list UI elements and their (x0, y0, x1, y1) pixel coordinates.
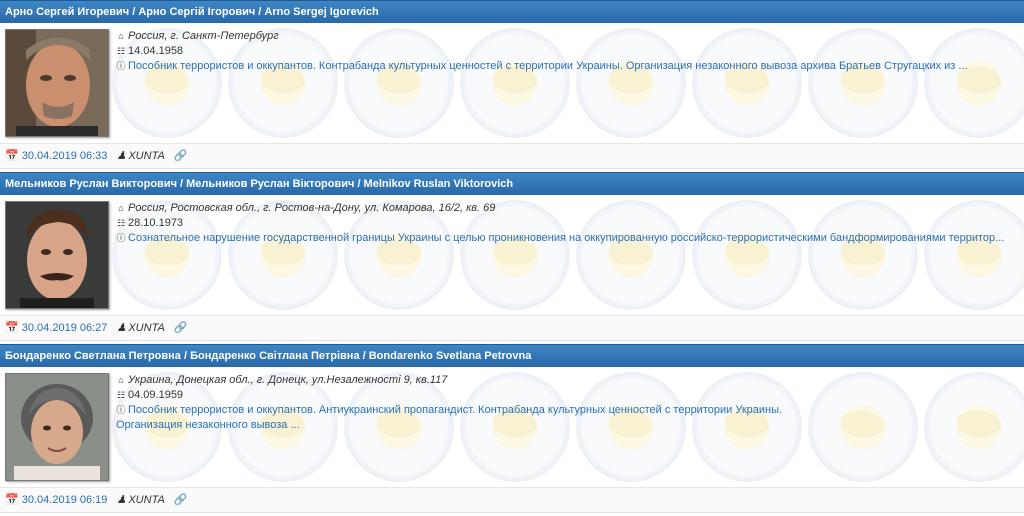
charge-text[interactable]: Сознательное нарушение государственной г… (128, 232, 1004, 244)
birthdate-line: ☷ 04.09.1959 (116, 388, 1018, 403)
birthday-cake-icon: ☷ (116, 46, 126, 56)
location-text: Украина, Донецкая обл., г. Донецк, ул.Не… (128, 374, 448, 386)
home-icon: ⌂ (118, 375, 124, 385)
record-body: ⌂ Украина, Донецкая обл., г. Донецк, ул.Н… (0, 367, 1024, 487)
location-line: ⌂ Россия, Ростовская обл., г. Ростов-на-Д… (116, 201, 1018, 216)
birthdate-line: ☷ 14.04.1958 (116, 44, 1018, 59)
record-footer: 📅 30.04.2019 06:19 ♟ XUNTA 🔗 (0, 487, 1024, 513)
record-footer: 📅 30.04.2019 06:27 ♟ XUNTA 🔗 (0, 315, 1024, 341)
info-circle-icon: ⓘ (116, 405, 126, 415)
location-text: Россия, г. Санкт-Петербург (128, 30, 279, 42)
record-user[interactable]: XUNTA (128, 494, 164, 506)
record-title[interactable]: Арно Сергей Игоревич / Арно Сергій Ігоро… (0, 0, 1024, 23)
record-card: Бондаренко Светлана Петровна / Бондаренк… (0, 344, 1024, 513)
charge-line: ⓘ Сознательное нарушение государственной … (116, 231, 1018, 246)
home-icon: ⌂ (118, 31, 124, 41)
link-icon[interactable]: 🔗 (174, 494, 188, 506)
user-icon: ♟ (116, 150, 127, 162)
record-info: ⌂ Россия, г. Санкт-Петербург ☷ 14.04.1958 … (116, 29, 1018, 74)
charge-text[interactable]: Пособник террористов и оккупантов. Антиу… (128, 404, 782, 416)
charge-line: ⓘ Пособник террористов и оккупантов. Конт… (116, 59, 1018, 74)
record-title[interactable]: Бондаренко Светлана Петровна / Бондаренк… (0, 344, 1024, 367)
location-line: ⌂ Украина, Донецкая обл., г. Донецк, ул.Н… (116, 373, 1018, 388)
record-date[interactable]: 30.04.2019 06:33 (22, 150, 108, 162)
record-date[interactable]: 30.04.2019 06:19 (22, 494, 108, 506)
link-icon[interactable]: 🔗 (174, 150, 188, 162)
record-info: ⌂ Россия, Ростовская обл., г. Ростов-на-Д… (116, 201, 1018, 246)
record-card: Мельников Руслан Викторович / Мельников … (0, 172, 1024, 341)
user-icon: ♟ (116, 322, 127, 334)
birthday-cake-icon: ☷ (116, 218, 126, 228)
record-user[interactable]: XUNTA (128, 322, 164, 334)
info-circle-icon: ⓘ (116, 233, 126, 243)
calendar-icon: 📅 (5, 150, 19, 162)
record-card: Арно Сергей Игоревич / Арно Сергій Ігоро… (0, 0, 1024, 169)
charge-line-continued: Организация незаконного вывоза ... (116, 418, 1018, 433)
record-body: ⌂ Россия, г. Санкт-Петербург ☷ 14.04.1958 … (0, 23, 1024, 143)
person-photo[interactable] (5, 373, 109, 481)
record-date[interactable]: 30.04.2019 06:27 (22, 322, 108, 334)
person-photo[interactable] (5, 29, 109, 137)
record-footer: 📅 30.04.2019 06:33 ♟ XUNTA 🔗 (0, 143, 1024, 169)
user-icon: ♟ (116, 494, 127, 506)
record-body: ⌂ Россия, Ростовская обл., г. Ростов-на-Д… (0, 195, 1024, 315)
record-info: ⌂ Украина, Донецкая обл., г. Донецк, ул.Н… (116, 373, 1018, 433)
record-user[interactable]: XUNTA (128, 150, 164, 162)
birthdate-text: 28.10.1973 (128, 217, 184, 229)
birthdate-text: 04.09.1959 (128, 389, 184, 401)
birthday-cake-icon: ☷ (116, 390, 126, 400)
link-icon[interactable]: 🔗 (174, 322, 188, 334)
charge-line: ⓘ Пособник террористов и оккупантов. Анти… (116, 403, 1018, 418)
location-line: ⌂ Россия, г. Санкт-Петербург (116, 29, 1018, 44)
birthdate-text: 14.04.1958 (128, 45, 184, 57)
birthdate-line: ☷ 28.10.1973 (116, 216, 1018, 231)
charge-text[interactable]: Пособник террористов и оккупантов. Контр… (128, 60, 968, 72)
home-icon: ⌂ (118, 203, 124, 213)
record-title[interactable]: Мельников Руслан Викторович / Мельников … (0, 172, 1024, 195)
calendar-icon: 📅 (5, 494, 19, 506)
calendar-icon: 📅 (5, 322, 19, 334)
info-circle-icon: ⓘ (116, 61, 126, 71)
person-photo[interactable] (5, 201, 109, 309)
location-text: Россия, Ростовская обл., г. Ростов-на-До… (128, 202, 496, 214)
charge-text-continued[interactable]: Организация незаконного вывоза ... (116, 419, 300, 431)
